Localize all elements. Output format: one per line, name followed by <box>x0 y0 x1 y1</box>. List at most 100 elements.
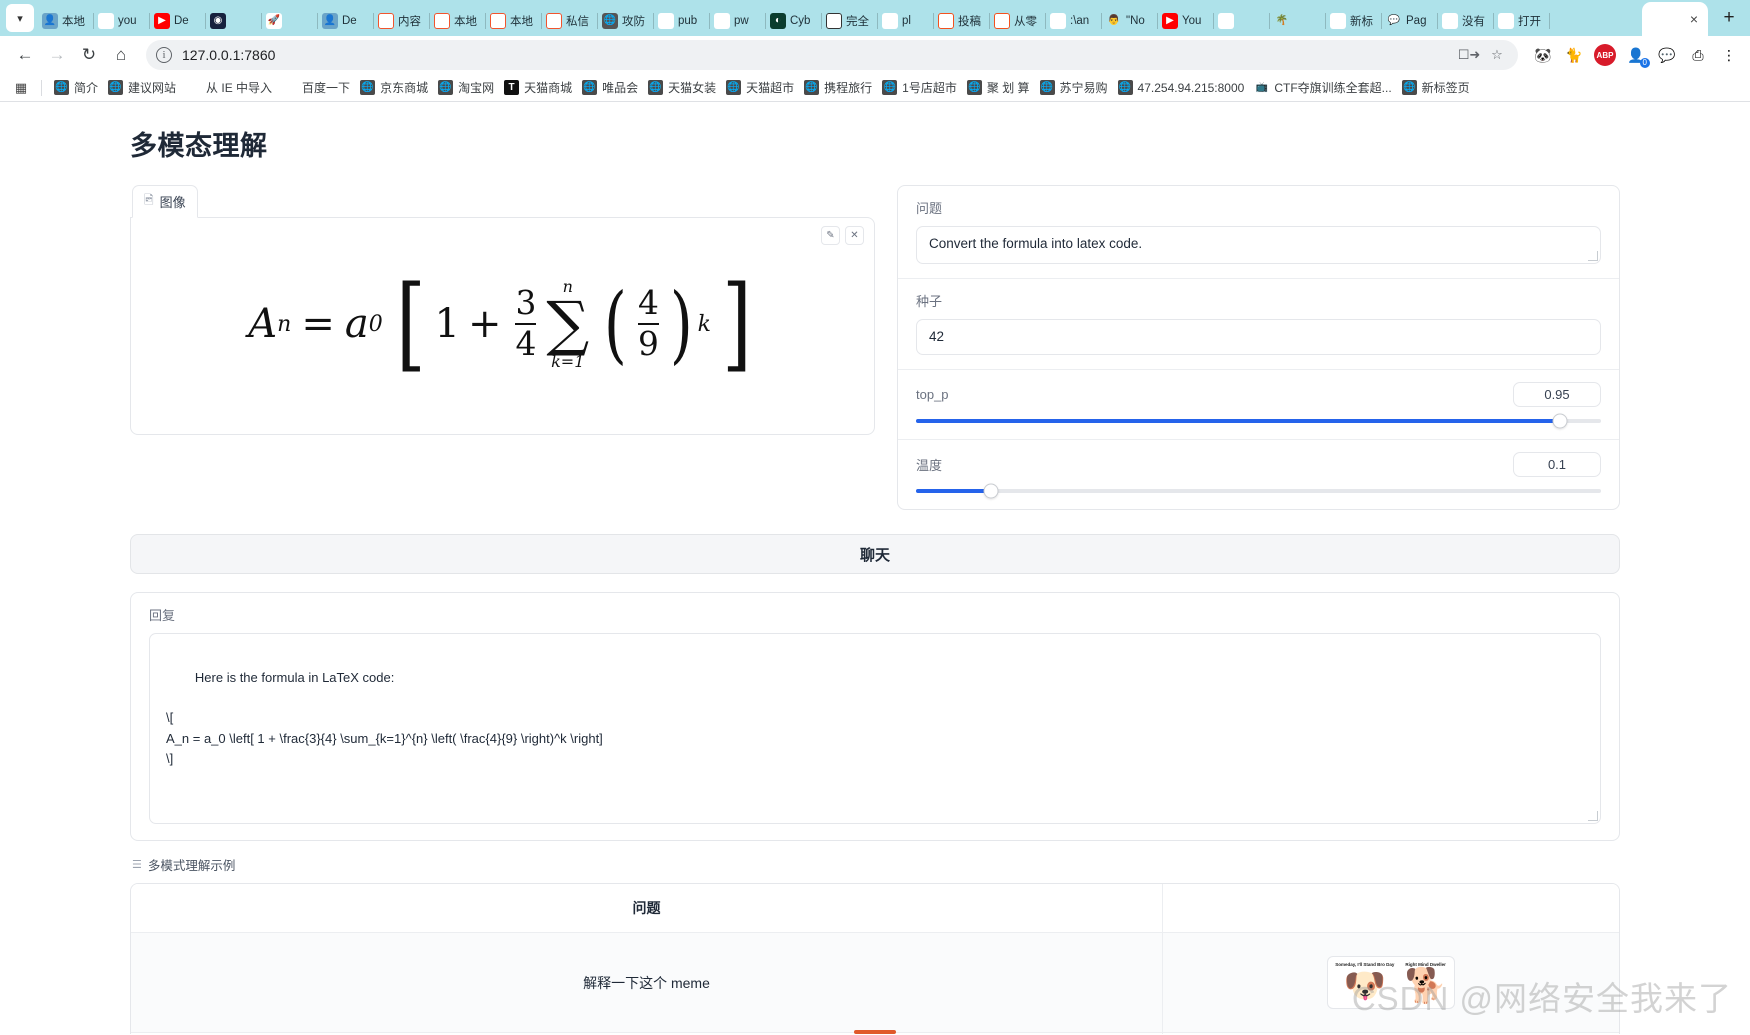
question-input[interactable]: Convert the formula into latex code. <box>916 226 1601 264</box>
address-bar[interactable]: i 127.0.0.1:7860 ☐➜ ☆ <box>146 40 1518 70</box>
chrome-menu-icon[interactable]: ⋮ <box>1718 44 1740 66</box>
bookmark-item[interactable]: 熊百度一下 <box>277 77 355 99</box>
forward-button[interactable]: → <box>42 40 72 70</box>
browser-tab[interactable]: C 从零 <box>990 6 1046 36</box>
browser-tab[interactable]: ⊞ 打开 <box>1494 6 1550 36</box>
examples-header[interactable]: ☰ 多模式理解示例 <box>132 855 1620 874</box>
browser-tab[interactable]: 🌴 <box>1270 6 1326 36</box>
bookmark-item[interactable]: 🌐 天猫女装 <box>643 77 721 99</box>
seed-input[interactable]: 42 <box>916 319 1601 355</box>
bookmark-item[interactable]: 🗀 从 IE 中导入 <box>181 77 277 99</box>
browser-tab[interactable]: 👨 "No <box>1102 6 1158 36</box>
bookmark-item[interactable]: 🌐 简介 <box>49 77 103 99</box>
browser-tab-label: pub <box>678 15 698 27</box>
table-row[interactable]: 解释一下这个 meme Someday, I'll Stand Bro Day … <box>131 933 1619 1034</box>
browser-tab[interactable]: C 本地 <box>430 6 486 36</box>
browser-tab-label: 投稿 <box>958 16 981 28</box>
bookmark-item[interactable]: 📺 CTF夺旗训练全套超... <box>1249 77 1396 99</box>
translate-icon[interactable]: ☐➜ <box>1458 44 1481 66</box>
apps-grid-icon[interactable]: ▦ <box>8 77 34 99</box>
temperature-slider[interactable] <box>916 483 1601 499</box>
browser-tab[interactable]: 🚀 <box>262 6 318 36</box>
browser-tab[interactable]: G 没有 <box>1438 6 1494 36</box>
top-p-slider-thumb[interactable] <box>1552 413 1568 429</box>
meme-left: Someday, I'll Stand Bro Day 🐶 <box>1335 962 1394 1003</box>
browser-tab[interactable]: Gpub <box>654 6 710 36</box>
temperature-slider-thumb[interactable] <box>983 483 999 499</box>
close-icon[interactable]: ✕ <box>845 226 864 245</box>
browser-tab[interactable]: Gyou <box>94 6 150 36</box>
browser-tab-label: pw <box>734 15 749 27</box>
bookmark-label: 京东商城 <box>380 81 429 95</box>
palm-icon: 🌴 <box>1275 15 1289 26</box>
browser-tab[interactable]: ╱╱ <box>1214 6 1270 36</box>
image-tab[interactable]: 🖻 图像 <box>132 185 198 218</box>
tab-close-button[interactable]: × <box>1690 11 1698 27</box>
browser-tab[interactable]: ◉ <box>206 6 262 36</box>
browser-tab[interactable]: G:\an <box>1046 6 1102 36</box>
temperature-value[interactable]: 0.1 <box>1513 452 1601 477</box>
browser-tab-label: 本地 <box>510 16 533 28</box>
browser-tab[interactable]: C 私信 <box>542 6 598 36</box>
bookmark-item[interactable]: 🌐 唯品会 <box>577 77 643 99</box>
bookmark-item[interactable]: 🌐 建议网站 <box>103 77 181 99</box>
browser-tab[interactable]: ◉ 新标 <box>1326 6 1382 36</box>
tab-active-gradio[interactable]: ⬡ × <box>1641 2 1708 36</box>
bookmark-item[interactable]: 🌐 新标签页 <box>1397 77 1475 99</box>
browser-tab[interactable]: C 投稿 <box>934 6 990 36</box>
browser-tab[interactable]: 🌐 攻防 <box>598 6 654 36</box>
home-button[interactable]: ⌂ <box>106 40 136 70</box>
tab-search-button[interactable]: ▾ <box>6 4 34 32</box>
avatar-icon: 👤 <box>42 13 58 29</box>
avatar-extension-icon[interactable]: 👤 0 <box>1625 44 1650 68</box>
new-tab-button[interactable]: + <box>1714 3 1744 33</box>
scroll-indicator[interactable] <box>854 1030 896 1034</box>
browser-tab[interactable]: C 本地 <box>486 6 542 36</box>
browser-tab[interactable]: 💬 Pag <box>1382 6 1438 36</box>
bookmark-item[interactable]: 🌐 47.254.94.215:8000 <box>1113 77 1250 99</box>
bookmark-item[interactable]: 🌐 天猫超市 <box>721 77 799 99</box>
meme-thumbnail[interactable]: Someday, I'll Stand Bro Day 🐶 Right Mind… <box>1327 956 1455 1010</box>
image-toolbar: ✎ ✕ <box>821 226 864 245</box>
star-icon[interactable]: ☆ <box>1486 44 1508 66</box>
rocket-icon: 🚀 <box>266 13 282 29</box>
pencil-icon[interactable]: ✎ <box>821 226 840 245</box>
image-canvas[interactable]: ✎ ✕ An = a0 [ 1 + 34 n ∑ k=1 (4 9) k] <box>130 217 875 435</box>
panda-extension-icon[interactable]: 🐼 <box>1532 44 1554 66</box>
browser-tab[interactable]: N 完全 <box>822 6 878 36</box>
back-button[interactable]: ← <box>10 40 40 70</box>
comment-extension-icon[interactable]: 💬 <box>1656 44 1678 66</box>
profile-icon[interactable]: ⎙ <box>1687 44 1709 66</box>
csdn-icon: C <box>490 13 506 29</box>
reply-resize-handle[interactable] <box>1588 811 1598 822</box>
browser-tab[interactable]: ▶ De <box>150 6 206 36</box>
reply-textarea[interactable]: Here is the formula in LaTeX code: \[ A_… <box>149 633 1601 825</box>
adblock-plus-icon[interactable]: ABP <box>1594 44 1616 66</box>
browser-tab[interactable]: ◐ Cyb <box>766 6 822 36</box>
browser-tab[interactable]: e pw <box>710 6 766 36</box>
cat-extension-icon[interactable]: 🐈 <box>1563 44 1585 66</box>
browser-tab[interactable]: 👤 本地 <box>38 6 94 36</box>
reload-button[interactable]: ↻ <box>74 40 104 70</box>
info-icon[interactable]: i <box>156 47 172 63</box>
browser-tab[interactable]: C 内容 <box>374 6 430 36</box>
resize-handle[interactable] <box>1588 251 1598 261</box>
bookmark-item[interactable]: 🌐 京东商城 <box>355 77 433 99</box>
bookmark-item[interactable]: T 天猫商城 <box>499 77 577 99</box>
bookmark-item[interactable]: 🌐 聚 划 算 <box>962 77 1035 99</box>
top-p-value[interactable]: 0.95 <box>1513 382 1601 407</box>
list-icon: ☰ <box>132 859 142 872</box>
temperature-block: 温度 0.1 <box>898 440 1619 509</box>
chat-button[interactable]: 聊天 <box>130 534 1620 574</box>
browser-tab[interactable]: Gpl <box>878 6 934 36</box>
bookmark-item[interactable]: 🌐 1号店超市 <box>877 77 962 99</box>
bookmark-item[interactable]: 🌐 携程旅行 <box>799 77 877 99</box>
youtube-icon: ▶ <box>1162 13 1178 29</box>
bookmark-item[interactable]: 🌐 淘宝网 <box>433 77 499 99</box>
bookmark-item[interactable]: 🌐 苏宁易购 <box>1035 77 1113 99</box>
globe-icon: 🌐 <box>108 80 124 95</box>
top-p-label: top_p <box>916 387 949 402</box>
browser-tab[interactable]: 👤 De <box>318 6 374 36</box>
top-p-slider[interactable] <box>916 413 1601 429</box>
browser-tab[interactable]: ▶ You <box>1158 6 1214 36</box>
